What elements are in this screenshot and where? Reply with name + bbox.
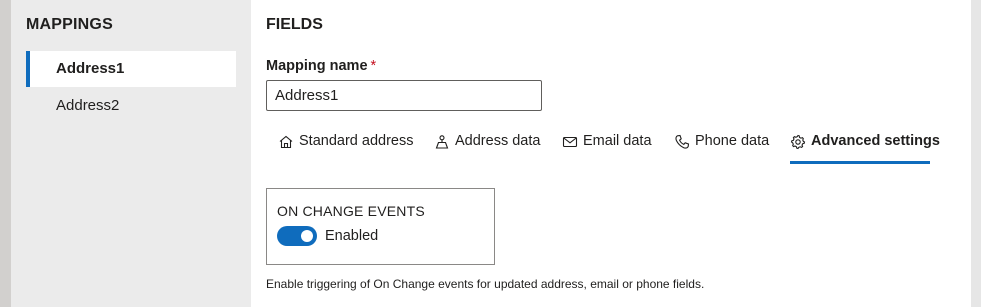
right-edge-strip xyxy=(971,0,981,307)
sidebar-item-address2[interactable]: Address2 xyxy=(26,88,236,124)
tab-label: Address data xyxy=(455,133,541,149)
on-change-events-toggle[interactable] xyxy=(277,226,317,246)
home-icon xyxy=(278,133,294,154)
gear-icon xyxy=(790,133,806,154)
mail-icon xyxy=(562,133,578,154)
mapping-name-label-text: Mapping name xyxy=(266,58,368,74)
mapping-name-label: Mapping name * xyxy=(266,58,376,74)
person-pin-icon xyxy=(434,133,450,154)
tab-label: Email data xyxy=(583,133,652,149)
required-marker: * xyxy=(370,58,377,74)
section-title: FIELDS xyxy=(266,16,323,33)
left-edge-strip xyxy=(0,0,11,307)
tab-address-data[interactable]: Address data xyxy=(434,128,540,164)
on-change-events-card: ON CHANGE EVENTS Enabled xyxy=(266,188,495,265)
toggle-label: Enabled xyxy=(325,228,379,244)
on-change-events-title: ON CHANGE EVENTS xyxy=(277,203,425,219)
phone-icon xyxy=(674,133,690,154)
tab-label: Standard address xyxy=(299,133,414,149)
toggle-knob xyxy=(301,230,313,242)
on-change-help-text: Enable triggering of On Change events fo… xyxy=(266,277,705,291)
sidebar-item-address1[interactable]: Address1 xyxy=(26,51,236,87)
tab-label: Advanced settings xyxy=(811,133,940,149)
mappings-sidebar: MAPPINGS Address1 Address2 xyxy=(11,0,251,307)
tab-standard-address[interactable]: Standard address xyxy=(278,128,413,164)
mapping-name-input[interactable] xyxy=(266,80,542,111)
tab-phone-data[interactable]: Phone data xyxy=(674,128,769,164)
tab-email-data[interactable]: Email data xyxy=(562,128,652,164)
fields-panel: FIELDS Mapping name* Standard address Ad… xyxy=(251,0,971,307)
tab-label: Phone data xyxy=(695,133,770,149)
tab-advanced-settings[interactable]: Advanced settings xyxy=(790,128,940,164)
sidebar-title: MAPPINGS xyxy=(26,16,113,33)
